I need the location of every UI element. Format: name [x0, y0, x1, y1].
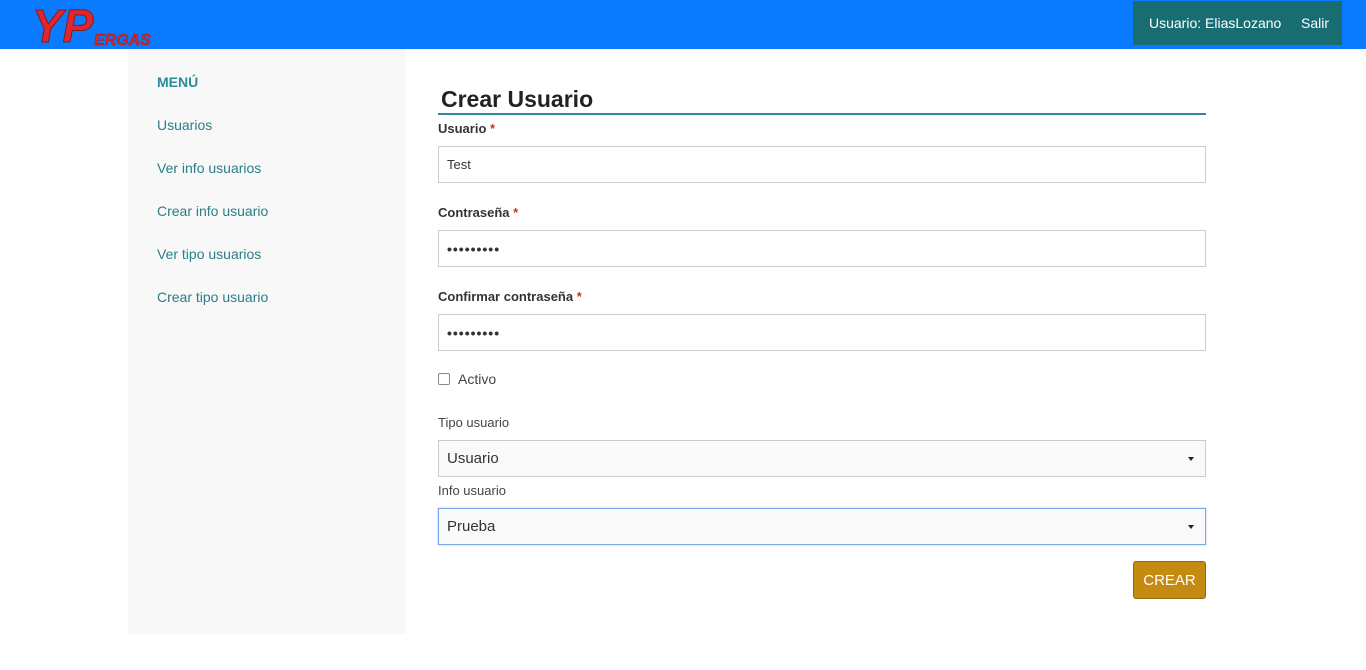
sidebar-item-crear-info-usuario[interactable]: Crear info usuario — [157, 203, 268, 219]
sidebar: MENÚ Usuarios Ver info usuarios Crear in… — [128, 49, 406, 634]
sidebar-item-crear-tipo-usuario[interactable]: Crear tipo usuario — [157, 289, 268, 305]
info-usuario-select[interactable]: Prueba — [438, 508, 1206, 545]
page-title: Crear Usuario — [441, 86, 594, 112]
contrasena-input[interactable]: ••••••••• — [438, 230, 1206, 267]
tipo-usuario-selected: Usuario — [447, 450, 499, 467]
title-divider — [438, 113, 1206, 115]
activo-checkbox[interactable] — [438, 373, 450, 385]
usuario-input[interactable]: Test — [438, 146, 1206, 183]
user-box: Usuario: EliasLozano Salir — [1133, 1, 1342, 45]
required-mark: * — [513, 205, 519, 220]
tipo-usuario-label: Tipo usuario — [438, 415, 510, 430]
confirmar-contrasena-input[interactable]: ••••••••• — [438, 314, 1206, 351]
svg-text:YP: YP — [32, 2, 94, 48]
menu-title: MENÚ — [157, 74, 199, 90]
required-mark: * — [576, 289, 582, 304]
required-mark: * — [490, 121, 496, 136]
sidebar-item-ver-info-usuarios[interactable]: Ver info usuarios — [157, 160, 261, 176]
usuario-label-text: Usuario — [438, 121, 487, 136]
activo-label[interactable]: Activo — [458, 371, 496, 387]
logout-link[interactable]: Salir — [1301, 15, 1329, 31]
contrasena-label-text: Contraseña — [438, 205, 510, 220]
chevron-down-icon — [1188, 457, 1194, 461]
crear-button[interactable]: CREAR — [1133, 561, 1206, 599]
top-navbar: YP ERGAS Usuario: EliasLozano Salir — [0, 0, 1366, 49]
info-usuario-label: Info usuario — [438, 483, 506, 498]
sidebar-item-ver-tipo-usuarios[interactable]: Ver tipo usuarios — [157, 246, 261, 262]
svg-text:ERGAS: ERGAS — [94, 32, 151, 48]
confirmar-label-text: Confirmar contraseña — [438, 289, 574, 304]
activo-row: Activo — [438, 371, 496, 387]
confirmar-label: Confirmar contraseña * — [438, 289, 582, 304]
usuario-label: Usuario * — [438, 121, 495, 136]
info-usuario-selected: Prueba — [447, 518, 496, 535]
tipo-usuario-select[interactable]: Usuario — [438, 440, 1206, 477]
company-logo[interactable]: YP ERGAS — [32, 2, 172, 48]
contrasena-label: Contraseña * — [438, 205, 518, 220]
sidebar-item-usuarios[interactable]: Usuarios — [157, 117, 212, 133]
chevron-down-icon — [1188, 525, 1194, 529]
current-user-label: Usuario: EliasLozano — [1149, 15, 1282, 31]
